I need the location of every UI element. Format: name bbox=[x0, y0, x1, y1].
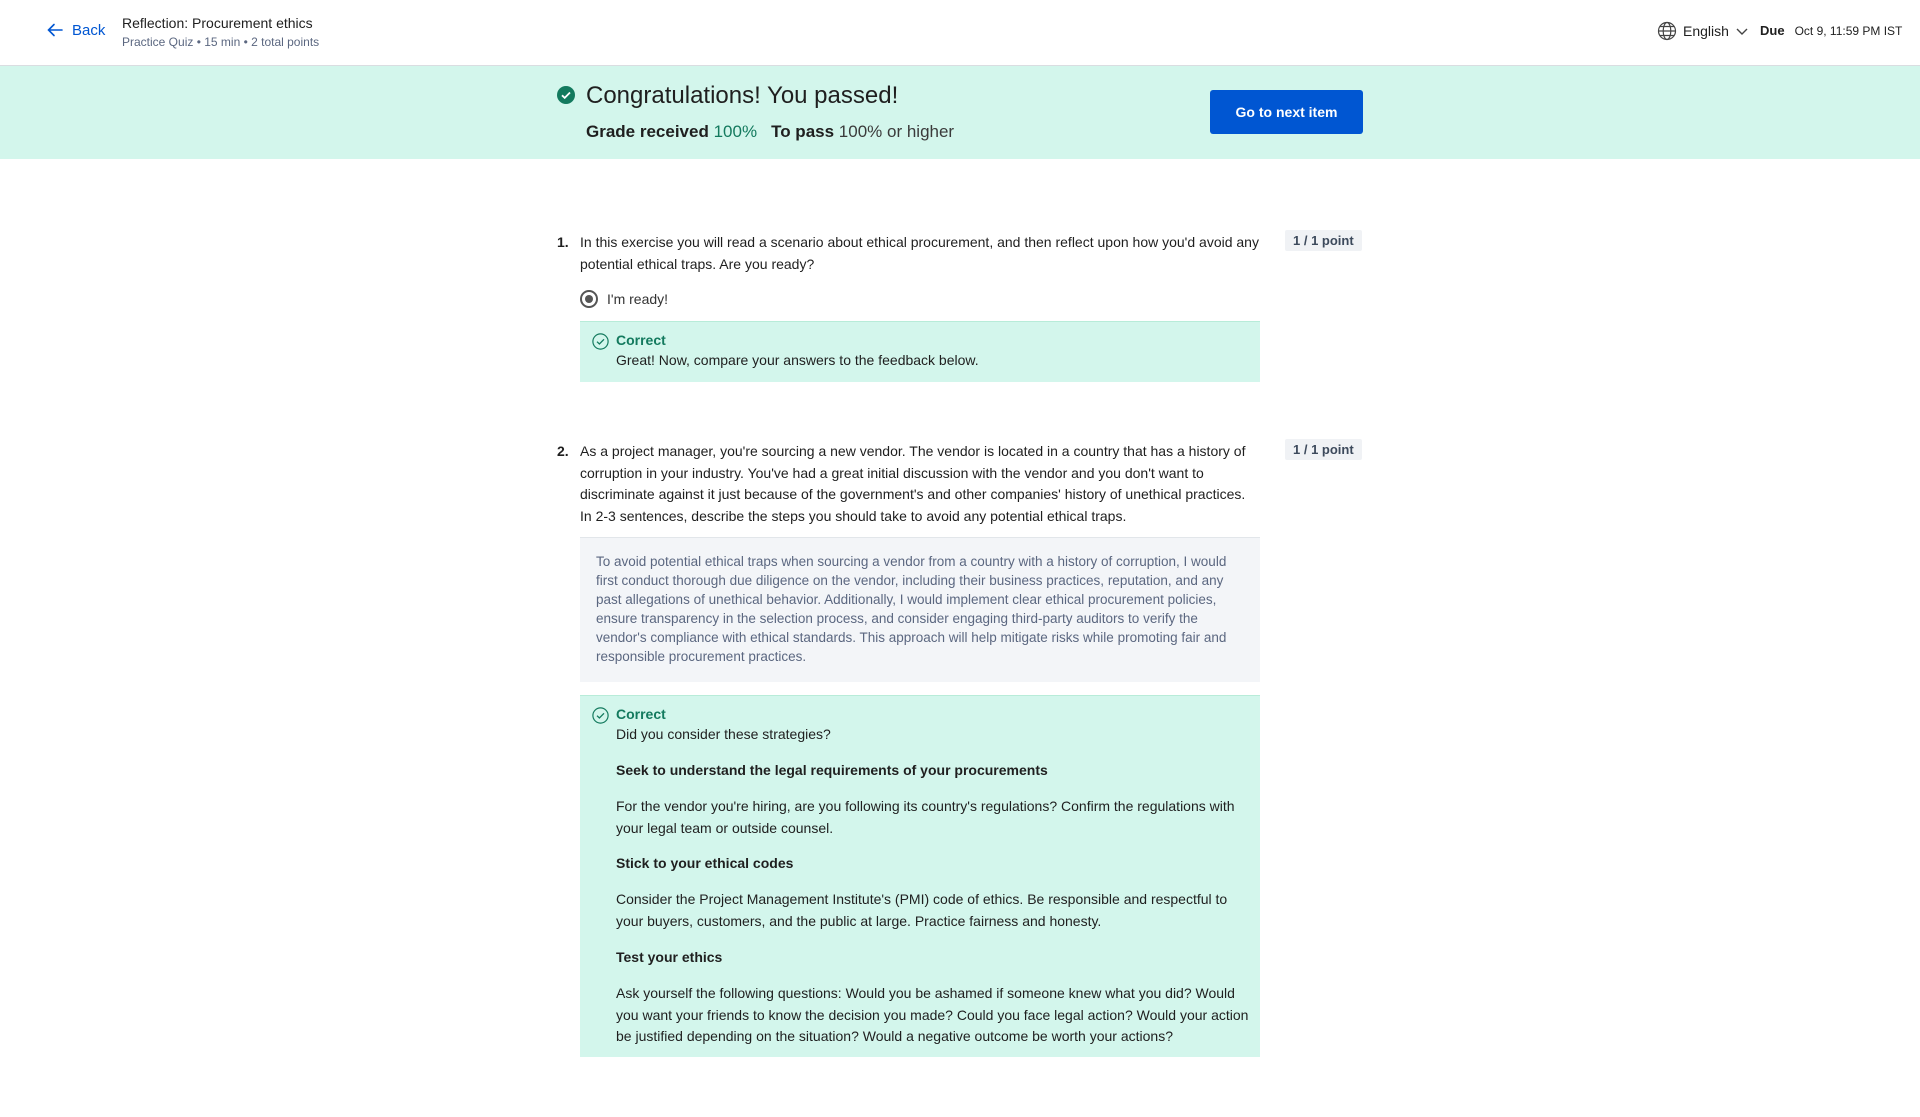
pass-value: 100% or higher bbox=[838, 122, 955, 141]
arrow-left-icon bbox=[47, 23, 63, 37]
chevron-down-icon bbox=[1736, 28, 1748, 35]
strategy-body: Ask yourself the following questions: Wo… bbox=[616, 985, 1249, 1044]
feedback-intro: Did you consider these strategies? bbox=[616, 726, 831, 742]
go-to-next-item-button[interactable]: Go to next item bbox=[1210, 90, 1363, 134]
check-circle-icon bbox=[557, 86, 575, 104]
feedback-title: Correct bbox=[616, 332, 666, 348]
points-badge: 1 / 1 point bbox=[1285, 230, 1362, 251]
back-link[interactable]: Back bbox=[46, 21, 105, 39]
pass-headline: Congratulations! You passed! bbox=[586, 82, 899, 109]
strategy-heading: Test your ethics bbox=[616, 949, 723, 965]
feedback-panel: Correct Great! Now, compare your answers… bbox=[580, 321, 1260, 382]
feedback-title: Correct bbox=[616, 706, 666, 722]
response-text: To avoid potential ethical traps when so… bbox=[580, 537, 1260, 682]
question-number: 1. bbox=[557, 234, 569, 250]
grade-value: 100% bbox=[713, 122, 758, 141]
page-subtitle: Practice Quiz • 15 min • 2 total points bbox=[122, 35, 320, 49]
feedback-panel: Correct Did you consider these strategie… bbox=[580, 695, 1260, 1057]
strategy-body: Consider the Project Management Institut… bbox=[616, 891, 1228, 929]
pass-requirement: To pass 100% or higher bbox=[771, 122, 954, 142]
due-label: Due bbox=[1760, 23, 1785, 38]
strategy-heading: Stick to your ethical codes bbox=[616, 855, 794, 871]
check-circle-outline-icon bbox=[592, 707, 609, 724]
question-text: In this exercise you will read a scenari… bbox=[580, 234, 1259, 272]
answer-option[interactable]: I'm ready! bbox=[580, 290, 668, 308]
pass-label: To pass bbox=[771, 122, 835, 141]
question-number: 2. bbox=[557, 443, 569, 459]
language-selector[interactable]: English bbox=[1657, 21, 1749, 41]
grade-received: Grade received 100% bbox=[586, 122, 757, 142]
question-text: As a project manager, you're sourcing a … bbox=[580, 443, 1246, 524]
grade-label: Grade received bbox=[586, 122, 709, 141]
page-title: Reflection: Procurement ethics bbox=[122, 15, 313, 31]
due-date: Oct 9, 11:59 PM IST bbox=[1794, 24, 1903, 38]
option-label: I'm ready! bbox=[607, 291, 669, 307]
strategy-body: For the vendor you're hiring, are you fo… bbox=[616, 798, 1235, 836]
radio-selected-icon[interactable] bbox=[580, 290, 598, 308]
check-circle-outline-icon bbox=[592, 333, 609, 350]
language-label: English bbox=[1683, 23, 1729, 39]
pass-banner: Congratulations! You passed! Grade recei… bbox=[0, 66, 1920, 159]
grade-summary: Grade received 100% To pass 100% or high… bbox=[586, 122, 954, 142]
due-info: Due Oct 9, 11:59 PM IST bbox=[1760, 23, 1902, 38]
back-label: Back bbox=[72, 21, 106, 39]
globe-icon bbox=[1657, 21, 1677, 41]
points-badge: 1 / 1 point bbox=[1285, 439, 1362, 460]
title-block: Reflection: Procurement ethics Practice … bbox=[122, 14, 319, 51]
feedback-text: Great! Now, compare your answers to the … bbox=[616, 352, 979, 368]
top-bar: Back Reflection: Procurement ethics Prac… bbox=[0, 0, 1920, 66]
strategy-heading: Seek to understand the legal requirement… bbox=[616, 762, 1048, 778]
